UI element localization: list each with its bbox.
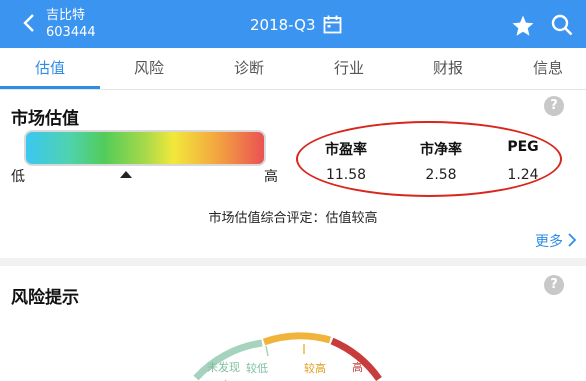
risk-title: 风险提示 xyxy=(11,288,79,308)
highlight-ellipse xyxy=(296,121,562,197)
valuation-marker-icon xyxy=(119,171,132,178)
gauge-label-lower: 较低 xyxy=(246,361,268,375)
pb-value: 2.58 xyxy=(425,167,457,183)
tab-info[interactable]: 信息 xyxy=(518,48,578,90)
gauge-label-not-found: 未发现 xyxy=(207,361,240,374)
help-icon[interactable]: ? xyxy=(544,275,564,295)
pb-header: 市净率 xyxy=(420,142,462,158)
tab-bar: 估值 风险 诊断 行业 财报 信息 xyxy=(0,48,586,90)
high-label: 高 xyxy=(264,169,278,185)
stock-code: 603444 xyxy=(46,25,96,40)
calendar-icon[interactable] xyxy=(323,15,342,34)
top-bar: 吉比特 603444 2018-Q3 xyxy=(0,0,586,48)
gauge-label-high: 高 xyxy=(352,361,363,374)
stock-name: 吉比特 xyxy=(46,8,86,23)
gauge-label-higher: 较高 xyxy=(304,361,326,375)
risk-card: 风险提示 ? 较低 较高 未发现 高 xyxy=(0,266,586,381)
chevron-right-icon xyxy=(568,233,577,247)
valuation-title: 市场估值 xyxy=(11,109,79,129)
peg-value: 1.24 xyxy=(507,167,539,183)
back-arrow-icon[interactable] xyxy=(22,12,36,39)
valuation-summary: 市场估值综合评定：估值较高 xyxy=(208,211,378,226)
active-tab-indicator xyxy=(0,86,100,89)
more-link[interactable]: 更多 xyxy=(535,231,577,251)
tab-risk[interactable]: 风险 xyxy=(119,48,179,90)
low-label: 低 xyxy=(11,169,25,185)
pe-value: 11.58 xyxy=(325,167,367,183)
more-label: 更多 xyxy=(535,234,563,250)
search-icon[interactable] xyxy=(551,14,573,36)
tab-industry[interactable]: 行业 xyxy=(319,48,379,90)
peg-header: PEG xyxy=(507,139,539,155)
favorite-star-icon[interactable] xyxy=(511,14,535,38)
tab-valuation[interactable]: 估值 xyxy=(20,48,80,90)
period-label[interactable]: 2018-Q3 xyxy=(250,16,316,34)
gauge-tick xyxy=(265,345,269,357)
help-icon[interactable]: ? xyxy=(544,96,564,116)
tab-diagnosis[interactable]: 诊断 xyxy=(219,48,279,90)
tab-financials[interactable]: 财报 xyxy=(418,48,478,90)
pe-header: 市盈率 xyxy=(325,142,367,158)
gauge-segment-mid xyxy=(262,332,331,346)
valuation-card: 市场估值 ? 低 高 市盈率 市净率 PEG 11.58 2.58 1.24 市… xyxy=(0,90,586,258)
valuation-gradient-bar xyxy=(24,130,266,166)
